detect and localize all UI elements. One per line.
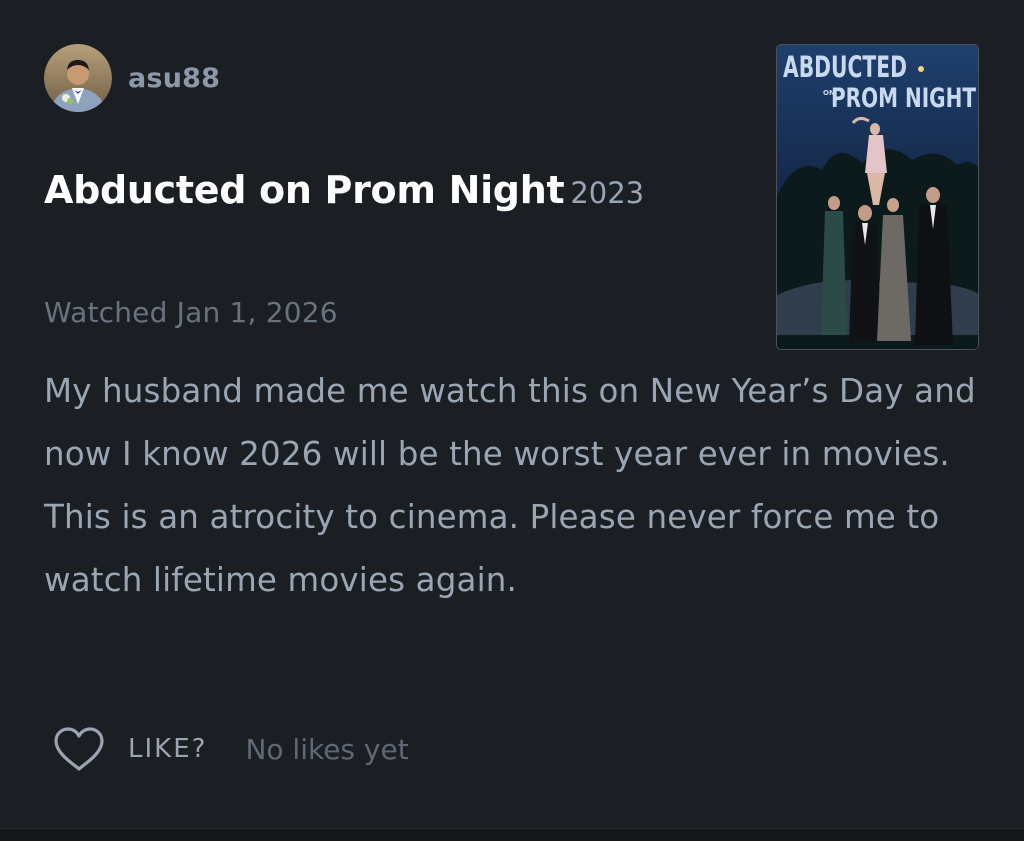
- like-button[interactable]: LIKE?: [128, 734, 207, 764]
- review-body: My husband made me watch this on New Yea…: [44, 372, 976, 599]
- avatar[interactable]: [44, 44, 112, 112]
- review-card: asu88 Abducted on Prom Night 2023 Watched…: [0, 0, 1024, 828]
- poster-title-line2: PROM NIGHT: [831, 83, 976, 114]
- like-row: LIKE? No likes yet: [52, 724, 409, 774]
- poster-title-line1: ABDUCTED: [783, 50, 907, 84]
- review-author[interactable]: asu88: [44, 44, 220, 112]
- film-title[interactable]: Abducted on Prom Night: [44, 168, 565, 212]
- film-year[interactable]: 2023: [570, 176, 644, 210]
- heart-outline-icon[interactable]: [52, 726, 106, 772]
- film-poster[interactable]: ABDUCTED ON PROM NIGHT: [776, 44, 979, 350]
- card-divider: [0, 828, 1024, 841]
- likes-count: No likes yet: [245, 732, 409, 766]
- film-heading[interactable]: Abducted on Prom Night 2023: [44, 168, 764, 212]
- username[interactable]: asu88: [128, 63, 220, 94]
- watched-date: Watched Jan 1, 2026: [44, 296, 338, 329]
